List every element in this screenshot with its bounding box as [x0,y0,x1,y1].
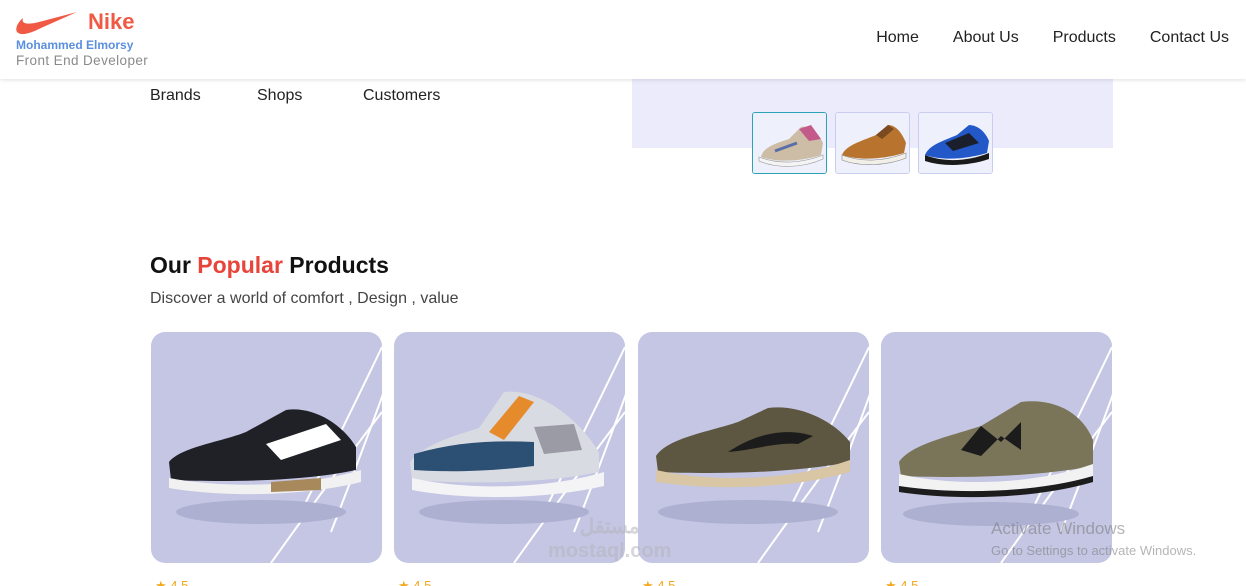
product-card-black-white-sneaker[interactable] [151,332,382,563]
thumbnail-brown-sneaker[interactable] [835,112,910,174]
title-part-products: Products [289,252,389,278]
site-watermark: مستقل mostaql.com [548,515,671,563]
product-rating: ★ 4.5 [155,578,189,586]
nav-contact-us[interactable]: Contact Us [1150,29,1229,47]
section-title: Our Popular Products [150,252,389,279]
product-rating: ★ 4.5 [885,578,919,586]
activate-windows-hint: Go to Settings to activate Windows. [991,543,1197,558]
stats-row: Brands Shops Customers [150,87,550,107]
product-card-olive-suede-sneaker[interactable] [638,332,869,563]
thumbnail-blue-black-sneaker[interactable] [918,112,993,174]
site-header: Nike Mohammed Elmorsy Front End Develope… [0,0,1246,79]
nike-swoosh-icon[interactable] [15,10,79,36]
title-accent-popular: Popular [197,252,283,278]
main-nav: Home About Us Products Contact Us [876,29,1229,47]
stat-label-brands: Brands [150,87,201,104]
developer-name: Mohammed Elmorsy [16,38,134,52]
site-watermark-arabic: مستقل [579,516,640,538]
nav-home[interactable]: Home [876,29,919,47]
brand-name[interactable]: Nike [88,9,134,35]
section-subtitle: Discover a world of comfort , Design , v… [150,290,459,307]
title-part-our: Our [150,252,191,278]
stat-label-customers: Customers [363,87,441,104]
windows-activation-watermark: Activate Windows Go to Settings to activ… [991,519,1196,558]
stat-label-shops: Shops [257,87,303,104]
nav-products[interactable]: Products [1053,29,1116,47]
developer-role: Front End Developer [16,53,149,68]
site-watermark-url: mostaql.com [548,540,672,562]
product-rating: ★ 4.5 [642,578,676,586]
activate-windows-title: Activate Windows [991,519,1126,538]
thumbnail-beige-pink-sneaker[interactable] [752,112,827,174]
nav-about-us[interactable]: About Us [953,29,1019,47]
product-rating: ★ 4.5 [398,578,432,586]
